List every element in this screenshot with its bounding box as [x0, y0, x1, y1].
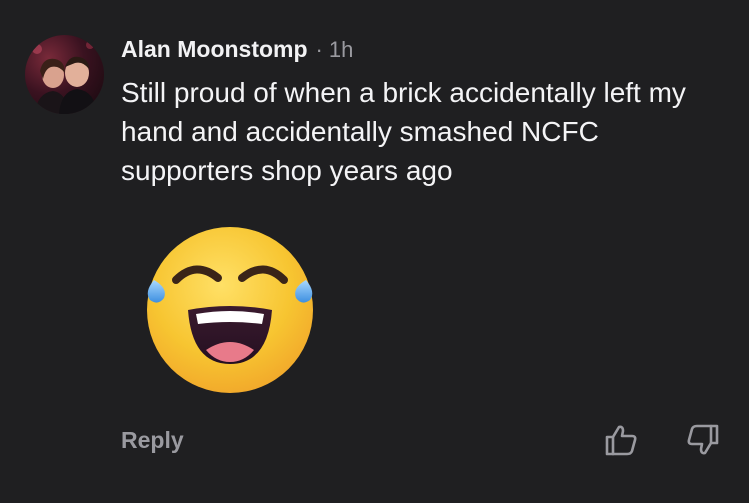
timestamp: 1h — [328, 37, 354, 62]
downvote-button[interactable] — [686, 423, 720, 457]
upvote-button[interactable] — [604, 423, 638, 457]
laughing-with-tears-emoji-icon — [140, 222, 320, 397]
separator-dot: · — [315, 37, 323, 62]
author-name[interactable]: Alan Moonstomp — [121, 36, 308, 63]
avatar[interactable] — [25, 35, 104, 114]
thumbs-up-icon — [605, 425, 637, 456]
avatar-photo-icon — [25, 35, 104, 114]
reply-button[interactable]: Reply — [121, 427, 184, 454]
comment-header: Alan Moonstomp · 1h — [121, 36, 353, 66]
thumbs-down-icon — [687, 424, 719, 455]
comment-text: Still proud of when a brick accidentally… — [121, 77, 686, 186]
